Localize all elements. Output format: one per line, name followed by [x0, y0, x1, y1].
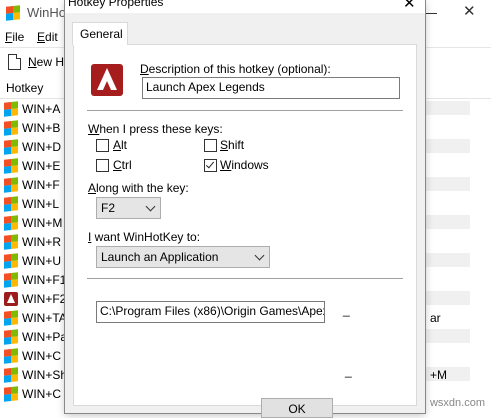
apex-legends-icon — [4, 292, 18, 306]
row-stripe — [426, 329, 470, 343]
row-stripe — [426, 101, 470, 115]
windows-icon — [4, 386, 18, 402]
hotkey-detail-cell: ar — [430, 311, 441, 325]
windows-icon — [4, 177, 18, 193]
keys-label: When I press these keys: — [88, 122, 223, 136]
apex-legends-icon — [91, 64, 123, 96]
hotkey-cell: WIN+U — [22, 254, 61, 268]
chevron-down-icon — [145, 201, 156, 212]
row-stripe — [426, 253, 470, 267]
hotkey-cell: WIN+F — [22, 178, 60, 192]
tab-general[interactable]: General — [72, 22, 128, 45]
key-select[interactable]: F2 — [96, 197, 161, 219]
key-select-value: F2 — [101, 201, 116, 215]
hotkey-cell: WIN+M — [22, 216, 63, 230]
separator — [87, 110, 403, 111]
row-stripe — [426, 291, 470, 305]
separator — [87, 278, 403, 279]
windows-icon — [4, 234, 18, 250]
tab-general-label: General — [80, 27, 123, 41]
main-window-title: WinHot — [27, 5, 70, 20]
windows-icon — [4, 101, 18, 117]
hotkey-properties-dialog: Hotkey Properties ✕ General Description … — [65, 0, 425, 418]
hotkey-cell: WIN+F2 — [22, 292, 67, 306]
hotkey-cell: WIN+E — [22, 159, 61, 173]
windows-icon — [4, 139, 18, 155]
new-hotkey-button[interactable]: New H — [8, 52, 64, 72]
new-hotkey-label: New H — [28, 55, 65, 69]
browse-path-button[interactable]: _ — [343, 303, 350, 317]
hotkey-cell: WIN+L — [22, 197, 60, 211]
hotkey-cell: WIN+C — [22, 349, 61, 363]
browse-args-button[interactable]: _ — [345, 364, 352, 378]
close-icon[interactable]: ✕ — [463, 2, 476, 20]
hotkey-cell: WIN+R — [22, 235, 61, 249]
menu-edit[interactable]: Edit — [37, 30, 58, 44]
hotkey-cell: WIN+C — [22, 387, 61, 401]
windows-icon — [6, 5, 20, 21]
windows-icon — [4, 196, 18, 212]
ok-button[interactable]: OK — [261, 398, 333, 418]
watermark: wsxdn.com — [429, 397, 485, 409]
row-stripe — [426, 215, 470, 229]
description-label: Description of this hotkey (optional): — [140, 62, 331, 76]
alt-label: Alt — [113, 138, 128, 152]
row-stripe — [426, 139, 470, 153]
windows-checkbox[interactable] — [204, 159, 217, 172]
windows-icon — [4, 348, 18, 364]
menu-file[interactable]: File — [5, 30, 24, 44]
hotkey-cell: WIN+TA — [22, 311, 67, 325]
hotkey-cell: WIN+B — [22, 121, 61, 135]
windows-icon — [4, 272, 18, 288]
windows-icon — [4, 310, 18, 326]
row-stripe — [426, 177, 470, 191]
new-document-icon — [8, 54, 21, 70]
action-select[interactable]: Launch an Application — [96, 246, 270, 268]
windows-icon — [4, 120, 18, 136]
chevron-down-icon — [254, 250, 265, 261]
windows-icon — [4, 329, 18, 345]
dialog-title: Hotkey Properties — [68, 0, 164, 9]
description-input[interactable]: Launch Apex Legends — [142, 77, 400, 99]
shift-checkbox[interactable] — [204, 139, 217, 152]
ctrl-checkbox[interactable] — [96, 159, 109, 172]
hotkey-cell: WIN+Sh — [22, 368, 68, 382]
windows-icon — [4, 215, 18, 231]
windows-icon — [4, 158, 18, 174]
application-path-input[interactable]: C:\Program Files (x86)\Origin Games\Apex — [96, 301, 325, 323]
windows-label: Windows — [220, 158, 269, 172]
ctrl-label: Ctrl — [113, 158, 132, 172]
windows-icon — [4, 367, 18, 383]
hotkey-cell: WIN+A — [22, 102, 61, 116]
along-key-label: Along with the key: — [88, 181, 189, 195]
action-select-value: Launch an Application — [101, 250, 219, 264]
dialog-close-icon[interactable]: ✕ — [403, 0, 416, 12]
alt-checkbox[interactable] — [96, 139, 109, 152]
column-header-label: Hotkey — [6, 81, 44, 95]
shift-label: Shift — [220, 138, 245, 152]
minimize-icon[interactable] — [423, 4, 441, 22]
hotkey-detail-cell: +M — [430, 368, 448, 382]
dialog-titlebar: Hotkey Properties ✕ — [65, 0, 425, 13]
hotkey-cell: WIN+Pa — [22, 330, 68, 344]
hotkey-cell: WIN+D — [22, 140, 61, 154]
action-label: I want WinHotKey to: — [88, 230, 201, 244]
windows-icon — [4, 253, 18, 269]
hotkey-cell: WIN+F1 — [22, 273, 67, 287]
